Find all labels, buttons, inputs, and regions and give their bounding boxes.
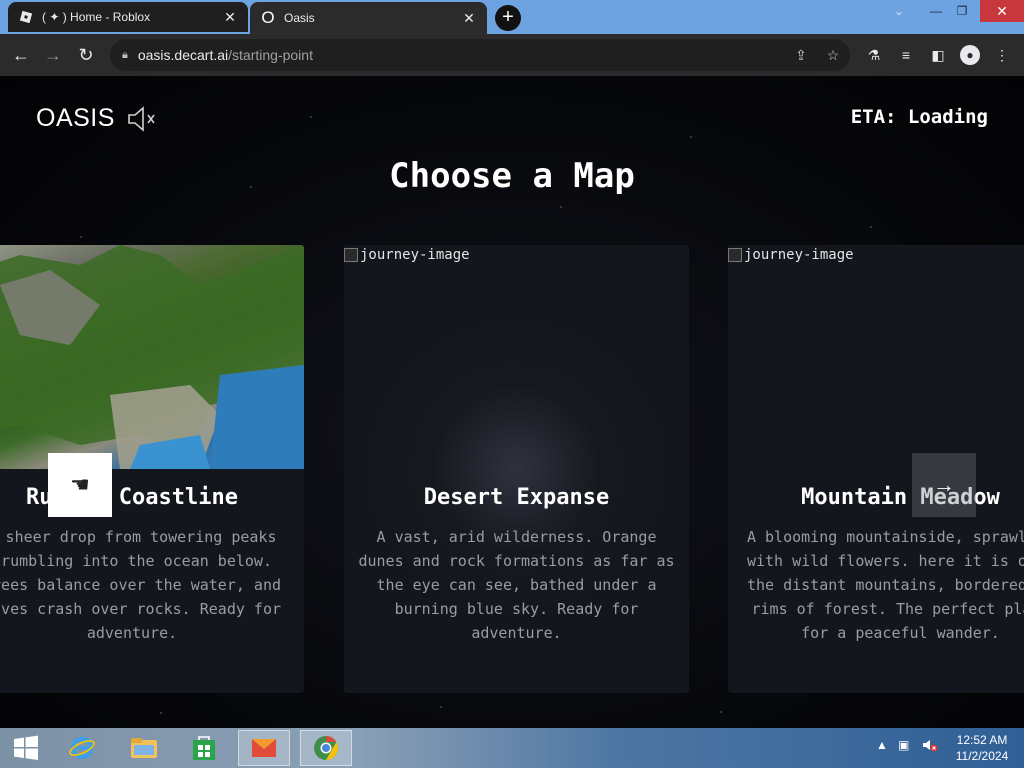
oasis-logo: OASIS — [36, 104, 115, 132]
show-hidden-icons[interactable]: ▲ — [876, 738, 888, 752]
forward-icon[interactable]: → — [41, 43, 65, 67]
media-queue-icon[interactable]: ≡ — [896, 45, 916, 65]
clock-time: 12:52 AM — [956, 733, 1008, 747]
back-icon[interactable]: ← — [9, 43, 33, 67]
url-path: /starting-point — [228, 47, 313, 63]
broken-image-icon — [344, 248, 358, 262]
map-card-rugged-coastline[interactable]: Rugged Coastline A sheer drop from tower… — [0, 245, 304, 693]
broken-image: journey-image — [344, 247, 470, 263]
next-map-button[interactable]: → — [912, 453, 976, 517]
system-clock[interactable]: 12:52 AM 11/2/2024 — [950, 732, 1014, 764]
restore-button[interactable]: ❐ — [950, 0, 974, 22]
address-bar[interactable]: 🔒︎ oasis.decart.ai/starting-point ⇪ ☆ — [110, 39, 850, 71]
app-taskbar-icon[interactable] — [238, 730, 290, 766]
image-alt-text: journey-image — [744, 247, 854, 263]
map-title: Mountain Meadow — [801, 485, 1000, 510]
close-tab-icon[interactable]: ✕ — [222, 9, 238, 25]
labs-flask-icon[interactable]: ⚗ — [864, 45, 884, 65]
map-description: A vast, arid wilderness. Orange dunes an… — [358, 528, 675, 642]
broken-image-icon — [728, 248, 742, 262]
arrow-right-icon: → — [933, 472, 955, 497]
lock-icon: 🔒︎ — [122, 48, 128, 61]
map-card-desert-expanse[interactable]: journey-image Desert Expanse A vast, ari… — [344, 245, 689, 693]
tab-search-icon[interactable]: ⌄ — [888, 0, 910, 22]
eta-status: ETA: Loading — [850, 106, 988, 128]
close-window-button[interactable]: ✕ — [980, 0, 1024, 22]
windows-store-icon[interactable] — [178, 730, 230, 766]
tab-oasis[interactable]: O Oasis ✕ — [250, 2, 487, 34]
map-title: Desert Expanse — [423, 485, 610, 510]
image-alt-text: journey-image — [360, 247, 470, 263]
close-tab-icon[interactable]: ✕ — [461, 10, 477, 26]
oasis-page: OASIS ETA: Loading Choose a Map Rugged C… — [0, 76, 1024, 728]
file-explorer-icon[interactable] — [118, 730, 170, 766]
tab-roblox[interactable]: ( ✦ ) Home - Roblox ✕ — [8, 2, 248, 32]
windows-start-icon[interactable] — [0, 730, 52, 766]
minimize-button[interactable]: — — [924, 0, 948, 22]
oasis-icon: O — [261, 8, 275, 27]
windows-taskbar: ▲ ▣ 12:52 AM 11/2/2024 — [0, 728, 1024, 768]
share-icon[interactable]: ⇪ — [792, 46, 810, 64]
map-title: Rugged Coastline — [26, 485, 238, 510]
map-card-mountain-meadow[interactable]: journey-image Mountain Meadow A blooming… — [728, 245, 1024, 693]
volume-muted-icon[interactable] — [922, 738, 938, 755]
tab-strip: ( ✦ ) Home - Roblox ✕ O Oasis ✕ + ⌄ — ❐ … — [0, 0, 1024, 34]
network-icon[interactable]: ▣ — [898, 738, 909, 752]
previous-map-button[interactable]: ☚ — [48, 453, 112, 517]
tab-title: Oasis — [284, 11, 315, 25]
new-tab-button[interactable]: + — [495, 5, 521, 31]
map-image — [0, 245, 304, 469]
roblox-icon — [18, 9, 34, 25]
arrow-left-icon: ☚ — [70, 472, 90, 497]
url-host: oasis.decart.ai — [137, 47, 229, 63]
page-title: Choose a Map — [389, 156, 635, 196]
sound-muted-icon[interactable] — [126, 104, 158, 134]
bookmark-star-icon[interactable]: ☆ — [824, 46, 842, 64]
tab-title: ( ✦ ) Home - Roblox — [42, 10, 151, 24]
profile-avatar-icon[interactable]: ● — [960, 45, 980, 65]
chrome-taskbar-icon[interactable] — [300, 730, 352, 766]
side-panel-icon[interactable]: ◧ — [928, 45, 948, 65]
internet-explorer-icon[interactable] — [56, 730, 108, 766]
menu-kebab-icon[interactable]: ⋮ — [992, 45, 1012, 65]
clock-date: 11/2/2024 — [955, 749, 1009, 763]
browser-toolbar: ← → ↻ 🔒︎ oasis.decart.ai/starting-point … — [0, 34, 1024, 76]
broken-image: journey-image — [728, 247, 854, 263]
reload-icon[interactable]: ↻ — [74, 43, 98, 67]
map-description: A sheer drop from towering peaks crumbli… — [0, 528, 281, 642]
map-description: A blooming mountainside, sprawling with … — [746, 528, 1024, 642]
